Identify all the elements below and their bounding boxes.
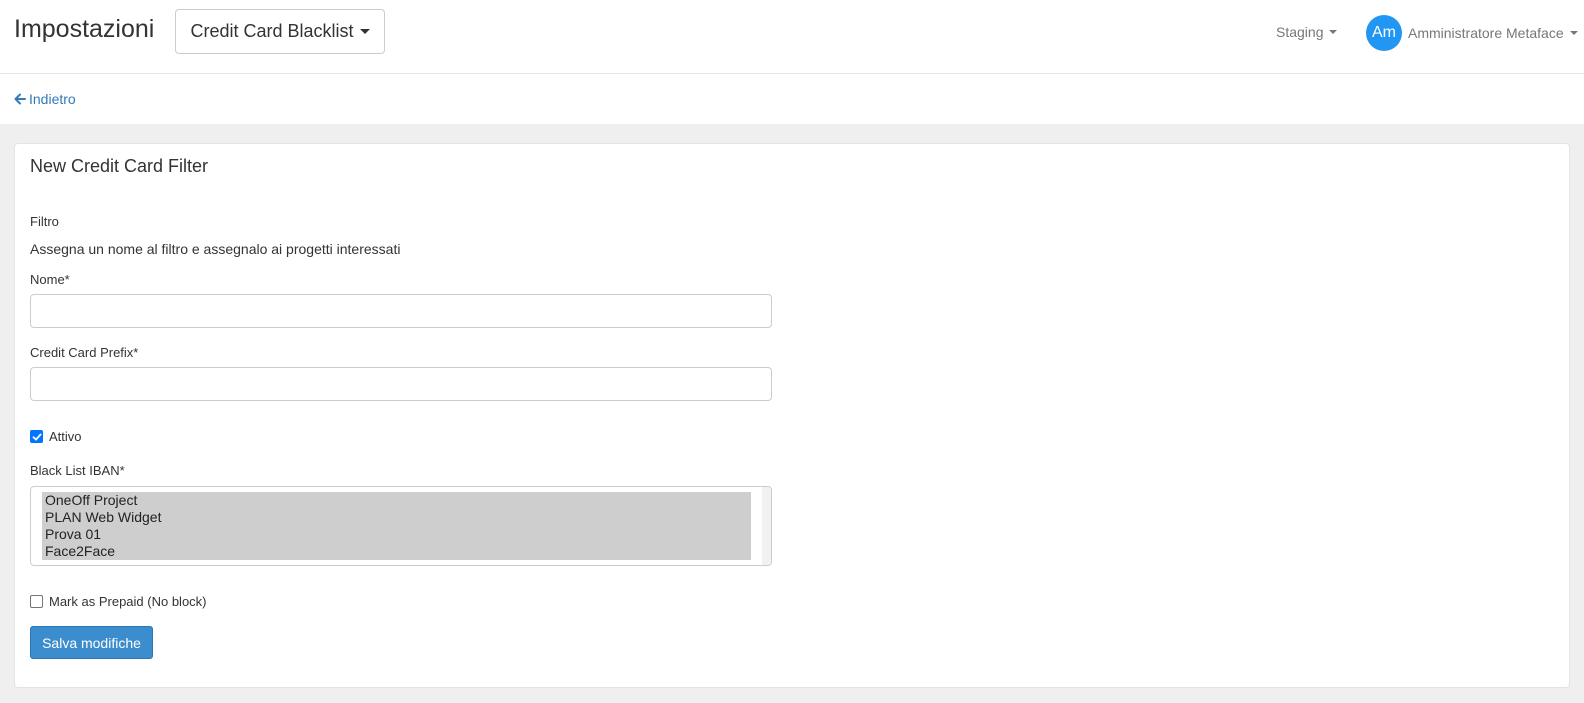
listbox-scrollbar[interactable]: [762, 487, 771, 565]
prepaid-label: Mark as Prepaid (No block): [49, 594, 207, 609]
filter-form-panel: New Credit Card Filter Filtro Assegna un…: [14, 143, 1570, 688]
arrow-left-icon: [14, 93, 26, 105]
avatar: Am: [1366, 15, 1402, 51]
name-label: Nome*: [30, 272, 70, 287]
prepaid-checkbox[interactable]: [30, 595, 43, 608]
blacklist-options: OneOff Project PLAN Web Widget Prova 01 …: [42, 492, 751, 560]
caret-down-icon: [359, 29, 370, 34]
prepaid-checkbox-row[interactable]: Mark as Prepaid (No block): [30, 594, 207, 609]
section-description: Assegna un nome al filtro e assegnalo ai…: [30, 241, 401, 257]
section-label: Filtro: [30, 214, 59, 229]
save-button[interactable]: Salva modifiche: [30, 626, 153, 659]
blacklist-option[interactable]: Prova 01: [42, 526, 751, 543]
page-title: Impostazioni: [14, 15, 155, 43]
caret-down-icon: [1329, 30, 1338, 34]
active-checkbox[interactable]: [30, 430, 43, 443]
environment-menu[interactable]: Staging: [1276, 24, 1338, 40]
user-name: Amministratore Metaface: [1408, 25, 1564, 41]
section-dropdown-label: Credit Card Blacklist: [190, 21, 354, 41]
check-icon: [32, 433, 41, 440]
back-link-label: Indietro: [29, 91, 76, 107]
blacklist-option[interactable]: PLAN Web Widget: [42, 509, 751, 526]
blacklist-option[interactable]: Face2Face: [42, 543, 751, 560]
sub-navbar: Indietro: [0, 74, 1584, 124]
prefix-input[interactable]: [30, 367, 772, 401]
blacklist-multiselect[interactable]: OneOff Project PLAN Web Widget Prova 01 …: [30, 486, 772, 566]
top-navbar: Impostazioni Credit Card Blacklist Stagi…: [0, 0, 1584, 74]
back-link[interactable]: Indietro: [14, 91, 76, 107]
caret-down-icon: [1569, 31, 1578, 35]
active-checkbox-row[interactable]: Attivo: [30, 429, 82, 444]
blacklist-option[interactable]: OneOff Project: [42, 492, 751, 509]
form-title: New Credit Card Filter: [30, 156, 209, 176]
name-input[interactable]: [30, 294, 772, 328]
blacklist-label: Black List IBAN*: [30, 463, 125, 478]
prefix-label: Credit Card Prefix*: [30, 345, 139, 360]
environment-label: Staging: [1276, 24, 1324, 40]
section-dropdown[interactable]: Credit Card Blacklist: [175, 9, 385, 54]
active-label: Attivo: [49, 429, 82, 444]
user-menu[interactable]: Am Amministratore Metaface: [1366, 15, 1578, 51]
